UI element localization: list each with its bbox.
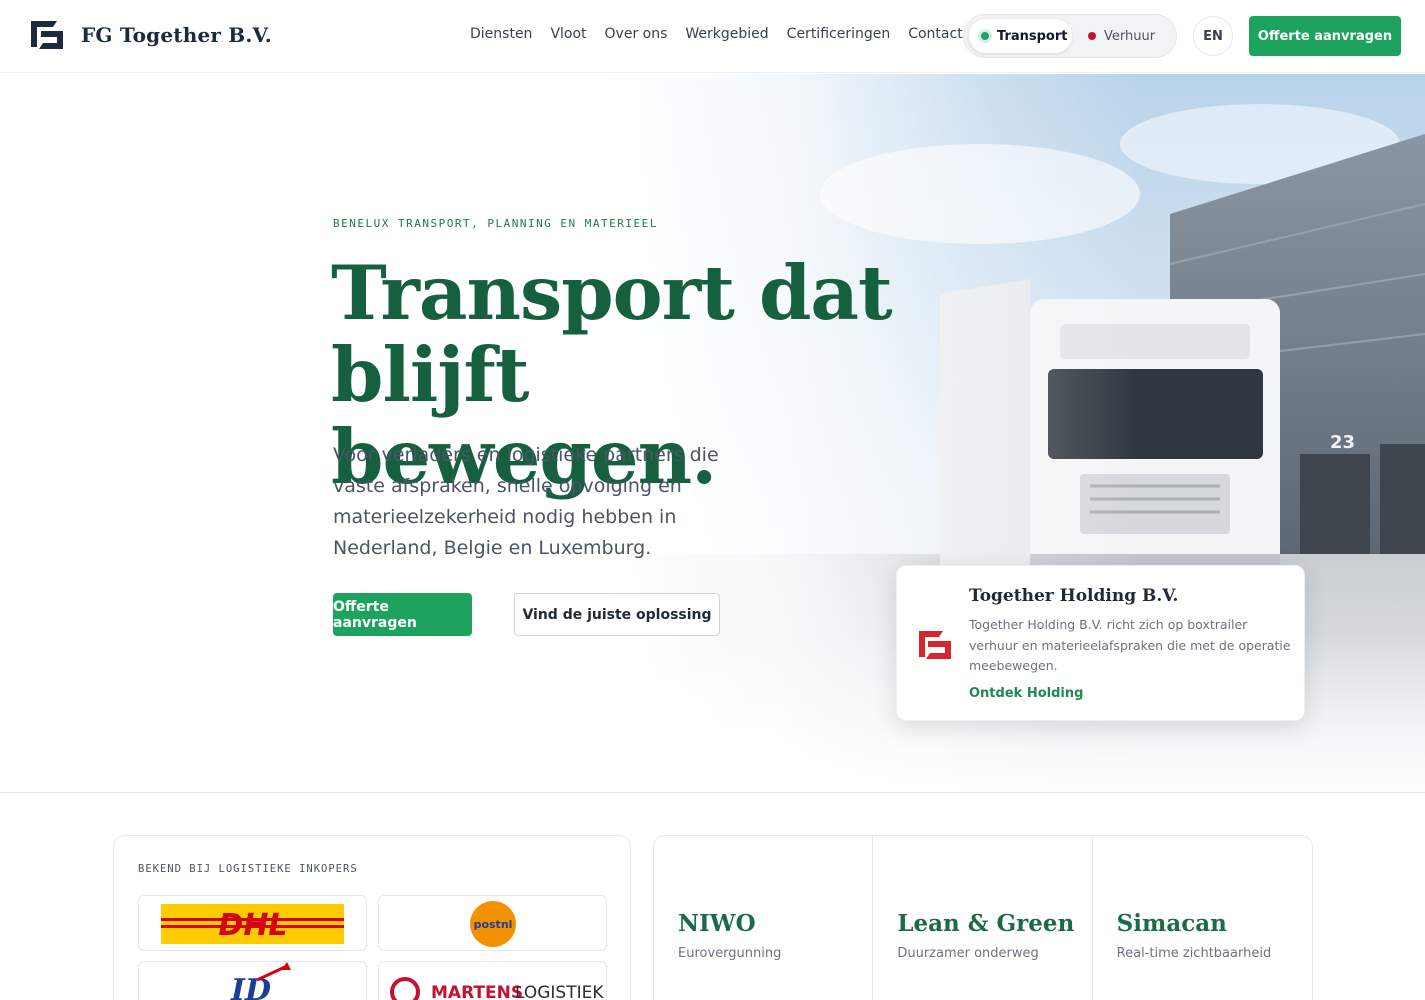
- id-logo-icon: ID: [230, 962, 291, 1000]
- header-quote-button[interactable]: Offerte aanvragen: [1249, 16, 1401, 56]
- cert-name: Lean & Green: [897, 910, 1075, 937]
- toggle-verhuur-label: Verhuur: [1104, 28, 1156, 44]
- partner-logo-id: ID: [138, 961, 367, 1000]
- cert-name: NIWO: [678, 910, 756, 937]
- martens-logo-suffix: LOGISTIEK: [515, 983, 604, 1000]
- cert-subtitle: Real-time zichtbaarheid: [1116, 946, 1272, 961]
- nav-item-over-ons[interactable]: Over ons: [605, 26, 668, 42]
- partners-label: BEKEND BIJ LOGISTIEKE INKOPERS: [138, 863, 358, 875]
- martens-logo-text: MARTENS: [431, 983, 523, 1000]
- toggle-transport[interactable]: Transport: [969, 19, 1072, 53]
- hero-lead: Voor verladers en logistieke partners di…: [333, 444, 719, 559]
- nav-item-vloot[interactable]: Vloot: [550, 26, 586, 42]
- partner-logo-martens: MARTENS LOGISTIEK: [378, 961, 607, 1000]
- section-divider: [0, 792, 1425, 793]
- certifications-panel: NIWO Eurovergunning Lean & Green Duurzam…: [653, 835, 1313, 1000]
- cert-niwo: NIWO Eurovergunning: [654, 836, 874, 1000]
- brand-name: FG Together B.V.: [81, 23, 272, 47]
- nav-item-diensten[interactable]: Diensten: [470, 26, 532, 42]
- mode-toggle: Transport Verhuur: [963, 14, 1177, 58]
- toggle-verhuur[interactable]: Verhuur: [1082, 19, 1172, 53]
- hero-section: 23 BENELUX TRANSPORT, PLANNING EN MATERI…: [0, 74, 1425, 792]
- partners-panel: BEKEND BIJ LOGISTIEKE INKOPERS DHL postn…: [113, 835, 631, 1000]
- hero-title-line1: Transport dat: [331, 249, 893, 337]
- partner-logo-dhl: DHL: [138, 895, 367, 951]
- toggle-transport-label: Transport: [997, 28, 1068, 44]
- brand[interactable]: FG Together B.V.: [27, 17, 272, 53]
- hero-eyebrow: BENELUX TRANSPORT, PLANNING EN MATERIEEL: [333, 217, 658, 230]
- nav-item-contact[interactable]: Contact: [908, 26, 962, 42]
- fg-logo-icon: [31, 21, 63, 49]
- dhl-logo-text: DHL: [218, 908, 287, 943]
- cert-name: Simacan: [1116, 910, 1227, 937]
- nav-item-werkgebied[interactable]: Werkgebied: [685, 26, 768, 42]
- cert-subtitle: Eurovergunning: [678, 946, 782, 961]
- site-header: FG Together B.V. Diensten Vloot Over ons…: [0, 0, 1425, 73]
- dhl-logo-icon: DHL: [161, 904, 344, 944]
- holding-card-link[interactable]: Ontdek Holding: [969, 686, 1083, 701]
- partner-logo-postnl: postnl: [378, 895, 607, 951]
- cert-simacan: Simacan Real-time zichtbaarheid: [1093, 836, 1312, 1000]
- holding-card: Together Holding B.V. Together Holding B…: [896, 565, 1305, 721]
- main-nav: Diensten Vloot Over ons Werkgebied Certi…: [470, 26, 981, 42]
- postnl-logo-icon: postnl: [470, 901, 516, 947]
- find-solution-button[interactable]: Vind de juiste oplossing: [514, 593, 720, 636]
- language-switch[interactable]: EN: [1193, 16, 1233, 56]
- status-dot-icon: [1088, 32, 1096, 40]
- holding-card-title: Together Holding B.V.: [969, 586, 1179, 606]
- hero-quote-button[interactable]: Offerte aanvragen: [333, 593, 472, 636]
- postnl-logo-text: postnl: [474, 918, 513, 931]
- cert-lean-green: Lean & Green Duurzamer onderweg: [873, 836, 1093, 1000]
- holding-logo-icon: [919, 631, 951, 659]
- holding-card-text: Together Holding B.V. richt zich op boxt…: [969, 617, 1291, 673]
- nav-item-certificeringen[interactable]: Certificeringen: [787, 26, 891, 42]
- status-dot-icon: [981, 32, 989, 40]
- cert-subtitle: Duurzamer onderweg: [897, 946, 1039, 961]
- martens-logo-icon: MARTENS LOGISTIEK: [390, 977, 604, 1000]
